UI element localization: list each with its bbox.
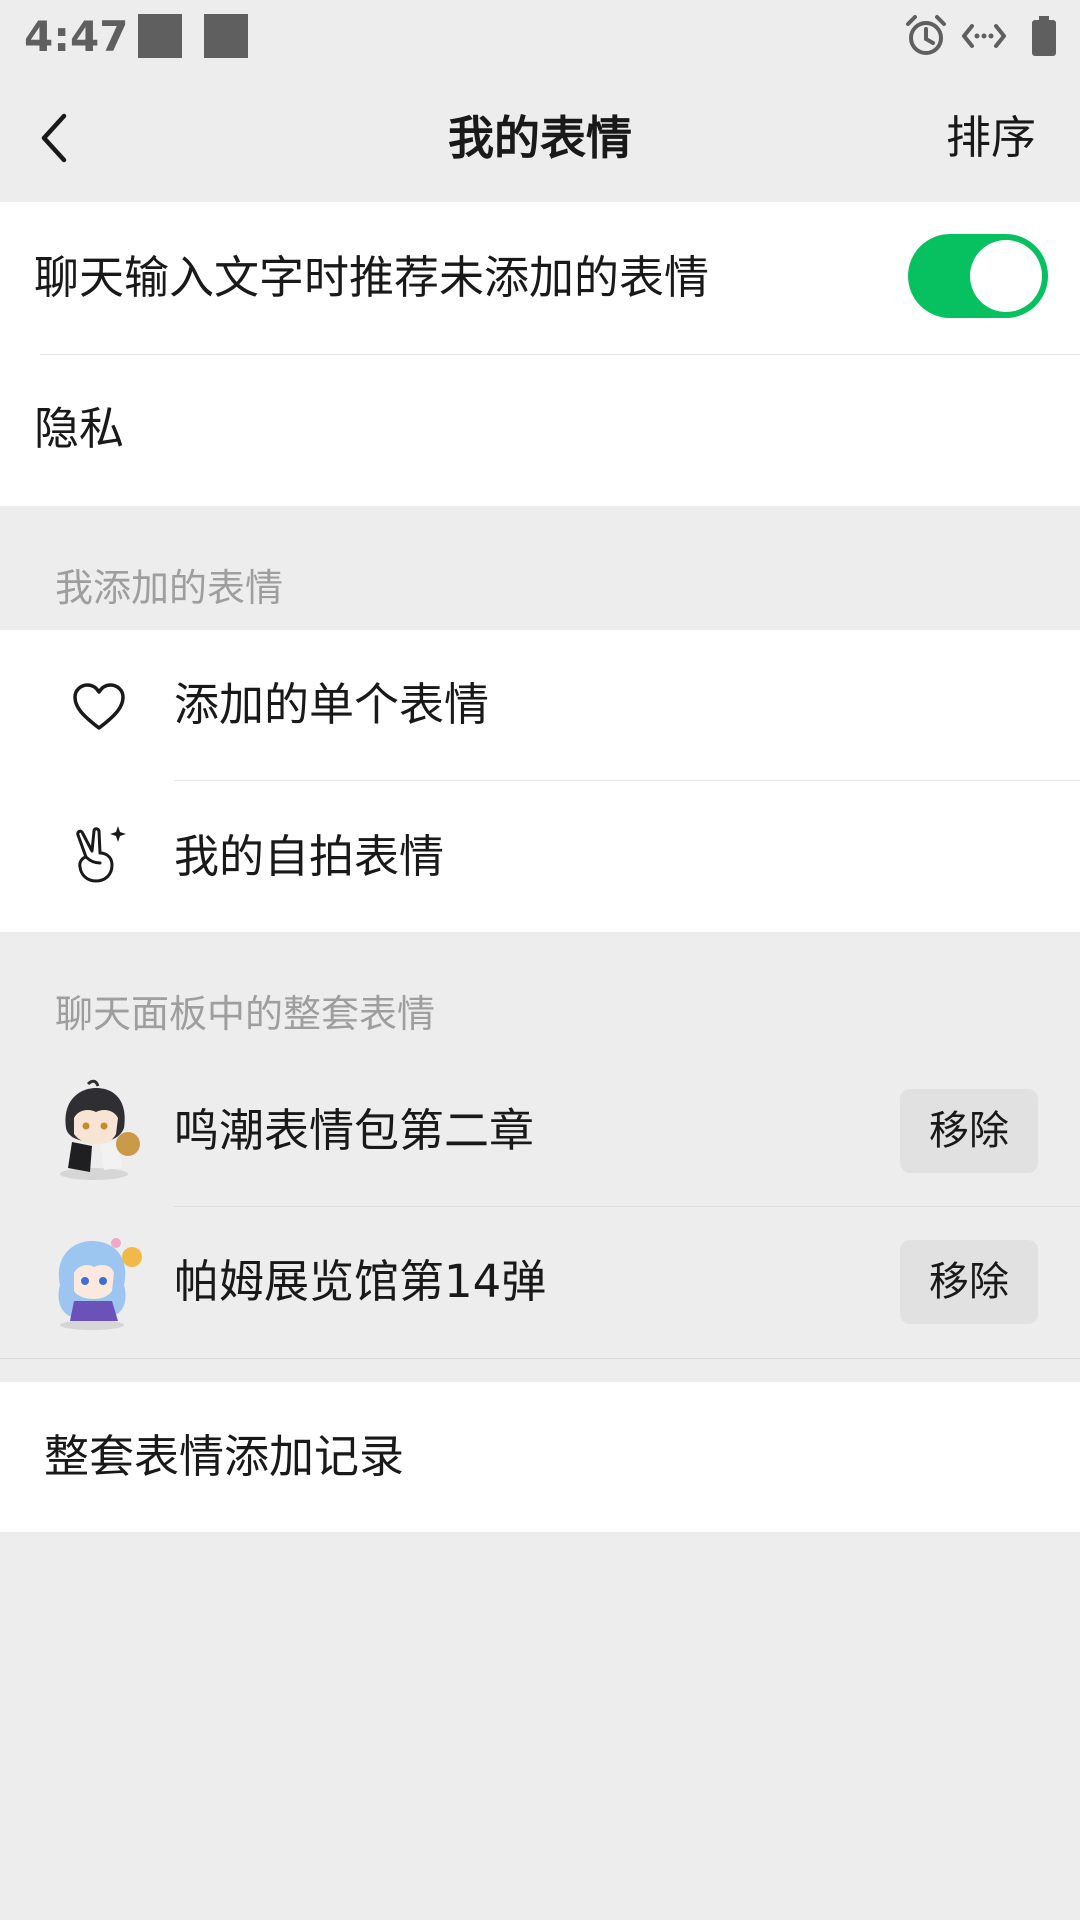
victory-hand-icon	[76, 826, 126, 883]
heart-icon	[73, 683, 125, 730]
add-history-label: 整套表情添加记录	[44, 1430, 405, 1483]
add-history-row[interactable]: 整套表情添加记录	[0, 1382, 1080, 1532]
notification-square-icon	[138, 14, 182, 58]
list-item-selfie-stickers[interactable]: 我的自拍表情	[0, 781, 1080, 932]
sticker-pack-cover-icon	[58, 1238, 142, 1330]
list-item-label: 我的自拍表情	[174, 830, 445, 883]
section-title-added: 我添加的表情	[55, 566, 284, 610]
recommend-label: 聊天输入文字时推荐未添加的表情	[34, 251, 710, 304]
page-title: 我的表情	[448, 111, 632, 165]
sticker-pack-cover-icon	[60, 1079, 140, 1180]
pack-name: 帕姆展览馆第14弹	[174, 1255, 547, 1308]
divider	[0, 1358, 1080, 1359]
section-title-panel: 聊天面板中的整套表情	[55, 992, 436, 1036]
added-list: 添加的单个表情 我的自拍表情	[0, 630, 1080, 932]
list-item-label: 添加的单个表情	[174, 678, 490, 731]
nav-bar: 我的表情 排序	[0, 74, 1080, 202]
remove-button[interactable]: 移除	[900, 1240, 1038, 1324]
privacy-row[interactable]: 隐私	[0, 355, 1080, 506]
list-item-single-stickers[interactable]: 添加的单个表情	[0, 630, 1080, 780]
toggle-knob	[970, 240, 1042, 312]
alarm-icon	[906, 15, 946, 55]
pack-name: 鸣潮表情包第二章	[174, 1104, 535, 1157]
data-transfer-icon	[962, 24, 1006, 48]
sort-button[interactable]: 排序	[946, 110, 1036, 166]
privacy-label: 隐私	[34, 402, 125, 455]
settings-block: 聊天输入文字时推荐未添加的表情 隐私	[0, 202, 1080, 506]
remove-button[interactable]: 移除	[900, 1089, 1038, 1173]
notification-square-icon	[204, 14, 248, 58]
status-time: 4:47	[24, 12, 129, 61]
pack-row[interactable]: 鸣潮表情包第二章 移除	[0, 1056, 1080, 1206]
battery-icon	[1032, 16, 1056, 56]
status-bar: 4:47	[0, 0, 1080, 74]
recommend-toggle[interactable]	[908, 234, 1048, 318]
recommend-row: 聊天输入文字时推荐未添加的表情	[0, 202, 1080, 354]
pack-row[interactable]: 帕姆展览馆第14弹 移除	[0, 1207, 1080, 1357]
